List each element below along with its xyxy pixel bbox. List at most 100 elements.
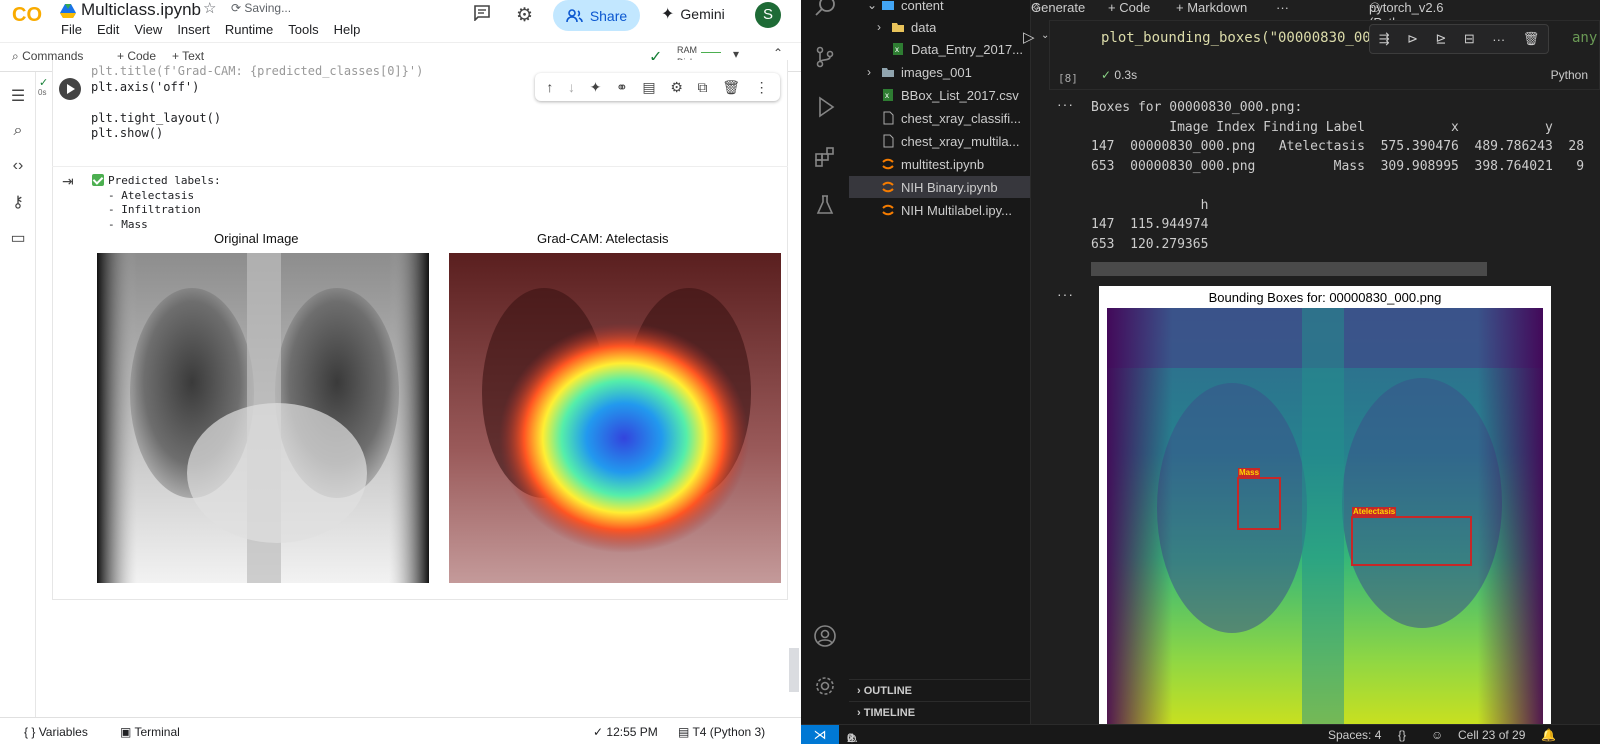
- menu-view[interactable]: View: [134, 22, 162, 37]
- menu-runtime[interactable]: Runtime: [225, 22, 273, 37]
- toc-icon[interactable]: ☰: [9, 86, 27, 105]
- colab-logo[interactable]: CO: [12, 3, 48, 25]
- delete-cell-icon[interactable]: 🗑: [1523, 31, 1540, 47]
- code-snippets-icon[interactable]: ‹›: [9, 157, 27, 175]
- plot-output-more-icon[interactable]: ···: [1057, 286, 1074, 302]
- code-line-4: plt.tight_layout(): [91, 110, 222, 125]
- runtime-label: T4 (Python 3): [692, 725, 766, 739]
- execute-above-icon[interactable]: ⊳: [1407, 31, 1418, 47]
- variables-button[interactable]: { } Variables: [24, 725, 88, 739]
- cell-code[interactable]: plt.title(f'Grad-CAM: {predicted_classes…: [91, 64, 423, 142]
- language-braces-indicator[interactable]: {}: [1398, 728, 1406, 742]
- cell-language[interactable]: Python: [1551, 68, 1588, 82]
- run-cell-button[interactable]: [59, 78, 81, 100]
- star-icon[interactable]: ☆: [203, 0, 216, 17]
- people-icon: [566, 8, 583, 22]
- file-explorer: ⌄ content › data x Data_Entry_2017... › imag…: [849, 0, 1031, 724]
- menu-edit[interactable]: Edit: [97, 22, 119, 37]
- runtime-dropdown-icon[interactable]: ▾: [733, 47, 739, 61]
- last-run-time[interactable]: ✓ 12:55 PM: [593, 725, 658, 739]
- menu-insert[interactable]: Insert: [177, 22, 210, 37]
- testing-flask-icon[interactable]: [813, 193, 837, 217]
- source-control-icon[interactable]: [813, 45, 837, 69]
- tree-item-data[interactable]: › data: [877, 16, 936, 38]
- add-code-button[interactable]: + Code: [1108, 0, 1150, 15]
- tree-item-chest-xray-classifier[interactable]: chest_xray_classifi...: [881, 107, 1021, 129]
- original-image-title: Original Image: [214, 231, 299, 246]
- move-up-icon[interactable]: ↑: [546, 79, 553, 95]
- execute-below-icon[interactable]: ⊵: [1435, 31, 1446, 47]
- tree-item-nih-binary[interactable]: NIH Binary.ipynb: [849, 176, 1030, 198]
- more-options-icon[interactable]: ⋮: [755, 79, 769, 96]
- manage-gear-icon[interactable]: [813, 674, 837, 698]
- run-by-line-icon[interactable]: ⇶: [1379, 31, 1390, 47]
- run-cell-icon[interactable]: ▷: [1023, 28, 1035, 46]
- menu-file[interactable]: File: [61, 22, 82, 37]
- settings-gear-icon[interactable]: ⚙: [516, 4, 533, 27]
- svg-text:x: x: [895, 45, 899, 54]
- gemini-sparkle-icon: ✦: [661, 6, 675, 23]
- output-more-icon[interactable]: ···: [1057, 96, 1074, 112]
- colab-scrollbar[interactable]: [789, 648, 799, 692]
- cell-code[interactable]: plot_bounding_boxes("00000830_000.p: [1101, 30, 1396, 46]
- link-icon[interactable]: ⚭: [616, 79, 628, 96]
- run-options-chevron-icon[interactable]: ⌄: [1041, 30, 1049, 41]
- move-down-icon[interactable]: ↓: [568, 79, 575, 95]
- indentation-indicator[interactable]: Spaces: 4: [1328, 728, 1381, 742]
- outline-section[interactable]: › OUTLINE: [849, 679, 1031, 701]
- extensions-icon[interactable]: [813, 145, 837, 169]
- remote-indicator-icon[interactable]: ⋊: [801, 725, 839, 744]
- terminal-button[interactable]: ▣ Terminal: [120, 725, 180, 739]
- account-icon[interactable]: [813, 624, 837, 648]
- output-horizontal-scrollbar[interactable]: [1091, 262, 1487, 276]
- collapse-chevron-icon[interactable]: ⌃: [773, 46, 783, 60]
- menu-help[interactable]: Help: [334, 22, 361, 37]
- split-cell-icon[interactable]: ⊟: [1464, 31, 1475, 47]
- mirror-cell-icon[interactable]: ⧉: [698, 79, 708, 96]
- notebook-title[interactable]: Multiclass.ipynb: [81, 0, 201, 20]
- secrets-key-icon[interactable]: ⚷: [9, 192, 27, 211]
- colab-status-bar: { } Variables ▣ Terminal ✓ 12:55 PM ▤ T4…: [0, 717, 801, 744]
- output-toggle-icon[interactable]: ⇥: [62, 173, 74, 190]
- timeline-label: TIMELINE: [863, 707, 916, 719]
- find-icon[interactable]: ⌕: [9, 122, 27, 140]
- user-avatar[interactable]: S: [755, 2, 781, 28]
- checkbox-emoji-icon: [92, 174, 104, 186]
- drive-icon[interactable]: [60, 4, 76, 18]
- comment-icon[interactable]: [473, 5, 491, 21]
- tree-item-nih-multilabel[interactable]: NIH Multilabel.ipy...: [881, 199, 1012, 221]
- execution-count: [8]: [1058, 72, 1078, 85]
- copilot-icon[interactable]: ☺: [1431, 728, 1443, 742]
- runtime-info[interactable]: ▤ T4 (Python 3): [678, 725, 765, 739]
- settings-icon[interactable]: ⚙: [670, 79, 683, 96]
- tree-item-multitest[interactable]: multitest.ipynb: [881, 153, 984, 175]
- menu-tools[interactable]: Tools: [288, 22, 318, 37]
- notebook-toolbar: ✧ Generate + Code + Markdown ··· ⚇ pytor…: [1031, 0, 1600, 45]
- comment-icon[interactable]: ▤: [642, 79, 655, 96]
- tree-label: chest_xray_multila...: [901, 133, 1020, 149]
- run-debug-icon[interactable]: [813, 95, 837, 119]
- warning-count: 0: [847, 731, 854, 744]
- gemini-button[interactable]: ✦ Gemini: [661, 4, 725, 24]
- tree-item-content[interactable]: ⌄ content: [867, 0, 944, 16]
- files-folder-icon[interactable]: ▭: [9, 228, 27, 247]
- delete-icon[interactable]: 🗑: [722, 79, 740, 96]
- notifications-bell-icon[interactable]: 🔔: [1541, 728, 1556, 742]
- check-icon: ✓: [593, 725, 607, 739]
- bounding-box-plot: Bounding Boxes for: 00000830_000.png Mas…: [1099, 286, 1551, 724]
- add-markdown-button[interactable]: + Markdown: [1176, 0, 1247, 15]
- runtime-icon: ▤: [678, 725, 693, 739]
- more-icon[interactable]: ···: [1492, 32, 1505, 47]
- gemini-sparkle-icon[interactable]: ✦: [590, 79, 602, 96]
- cell-indicator[interactable]: Cell 23 of 29: [1458, 728, 1525, 742]
- bbox-atelectasis: Atelectasis: [1351, 507, 1472, 566]
- tree-item-chest-xray-multilabel[interactable]: chest_xray_multila...: [881, 130, 1020, 152]
- plot-title: Bounding Boxes for: 00000830_000.png: [1208, 290, 1442, 305]
- search-icon[interactable]: [813, 0, 837, 18]
- tree-item-images-001[interactable]: › images_001: [867, 61, 972, 83]
- more-actions-icon[interactable]: ···: [1276, 0, 1289, 15]
- timeline-section[interactable]: › TIMELINE: [849, 701, 1031, 723]
- tree-item-data-entry[interactable]: x Data_Entry_2017...: [891, 38, 1023, 60]
- tree-item-bbox-list[interactable]: x BBox_List_2017.csv: [881, 84, 1019, 106]
- share-button[interactable]: Share: [553, 0, 640, 31]
